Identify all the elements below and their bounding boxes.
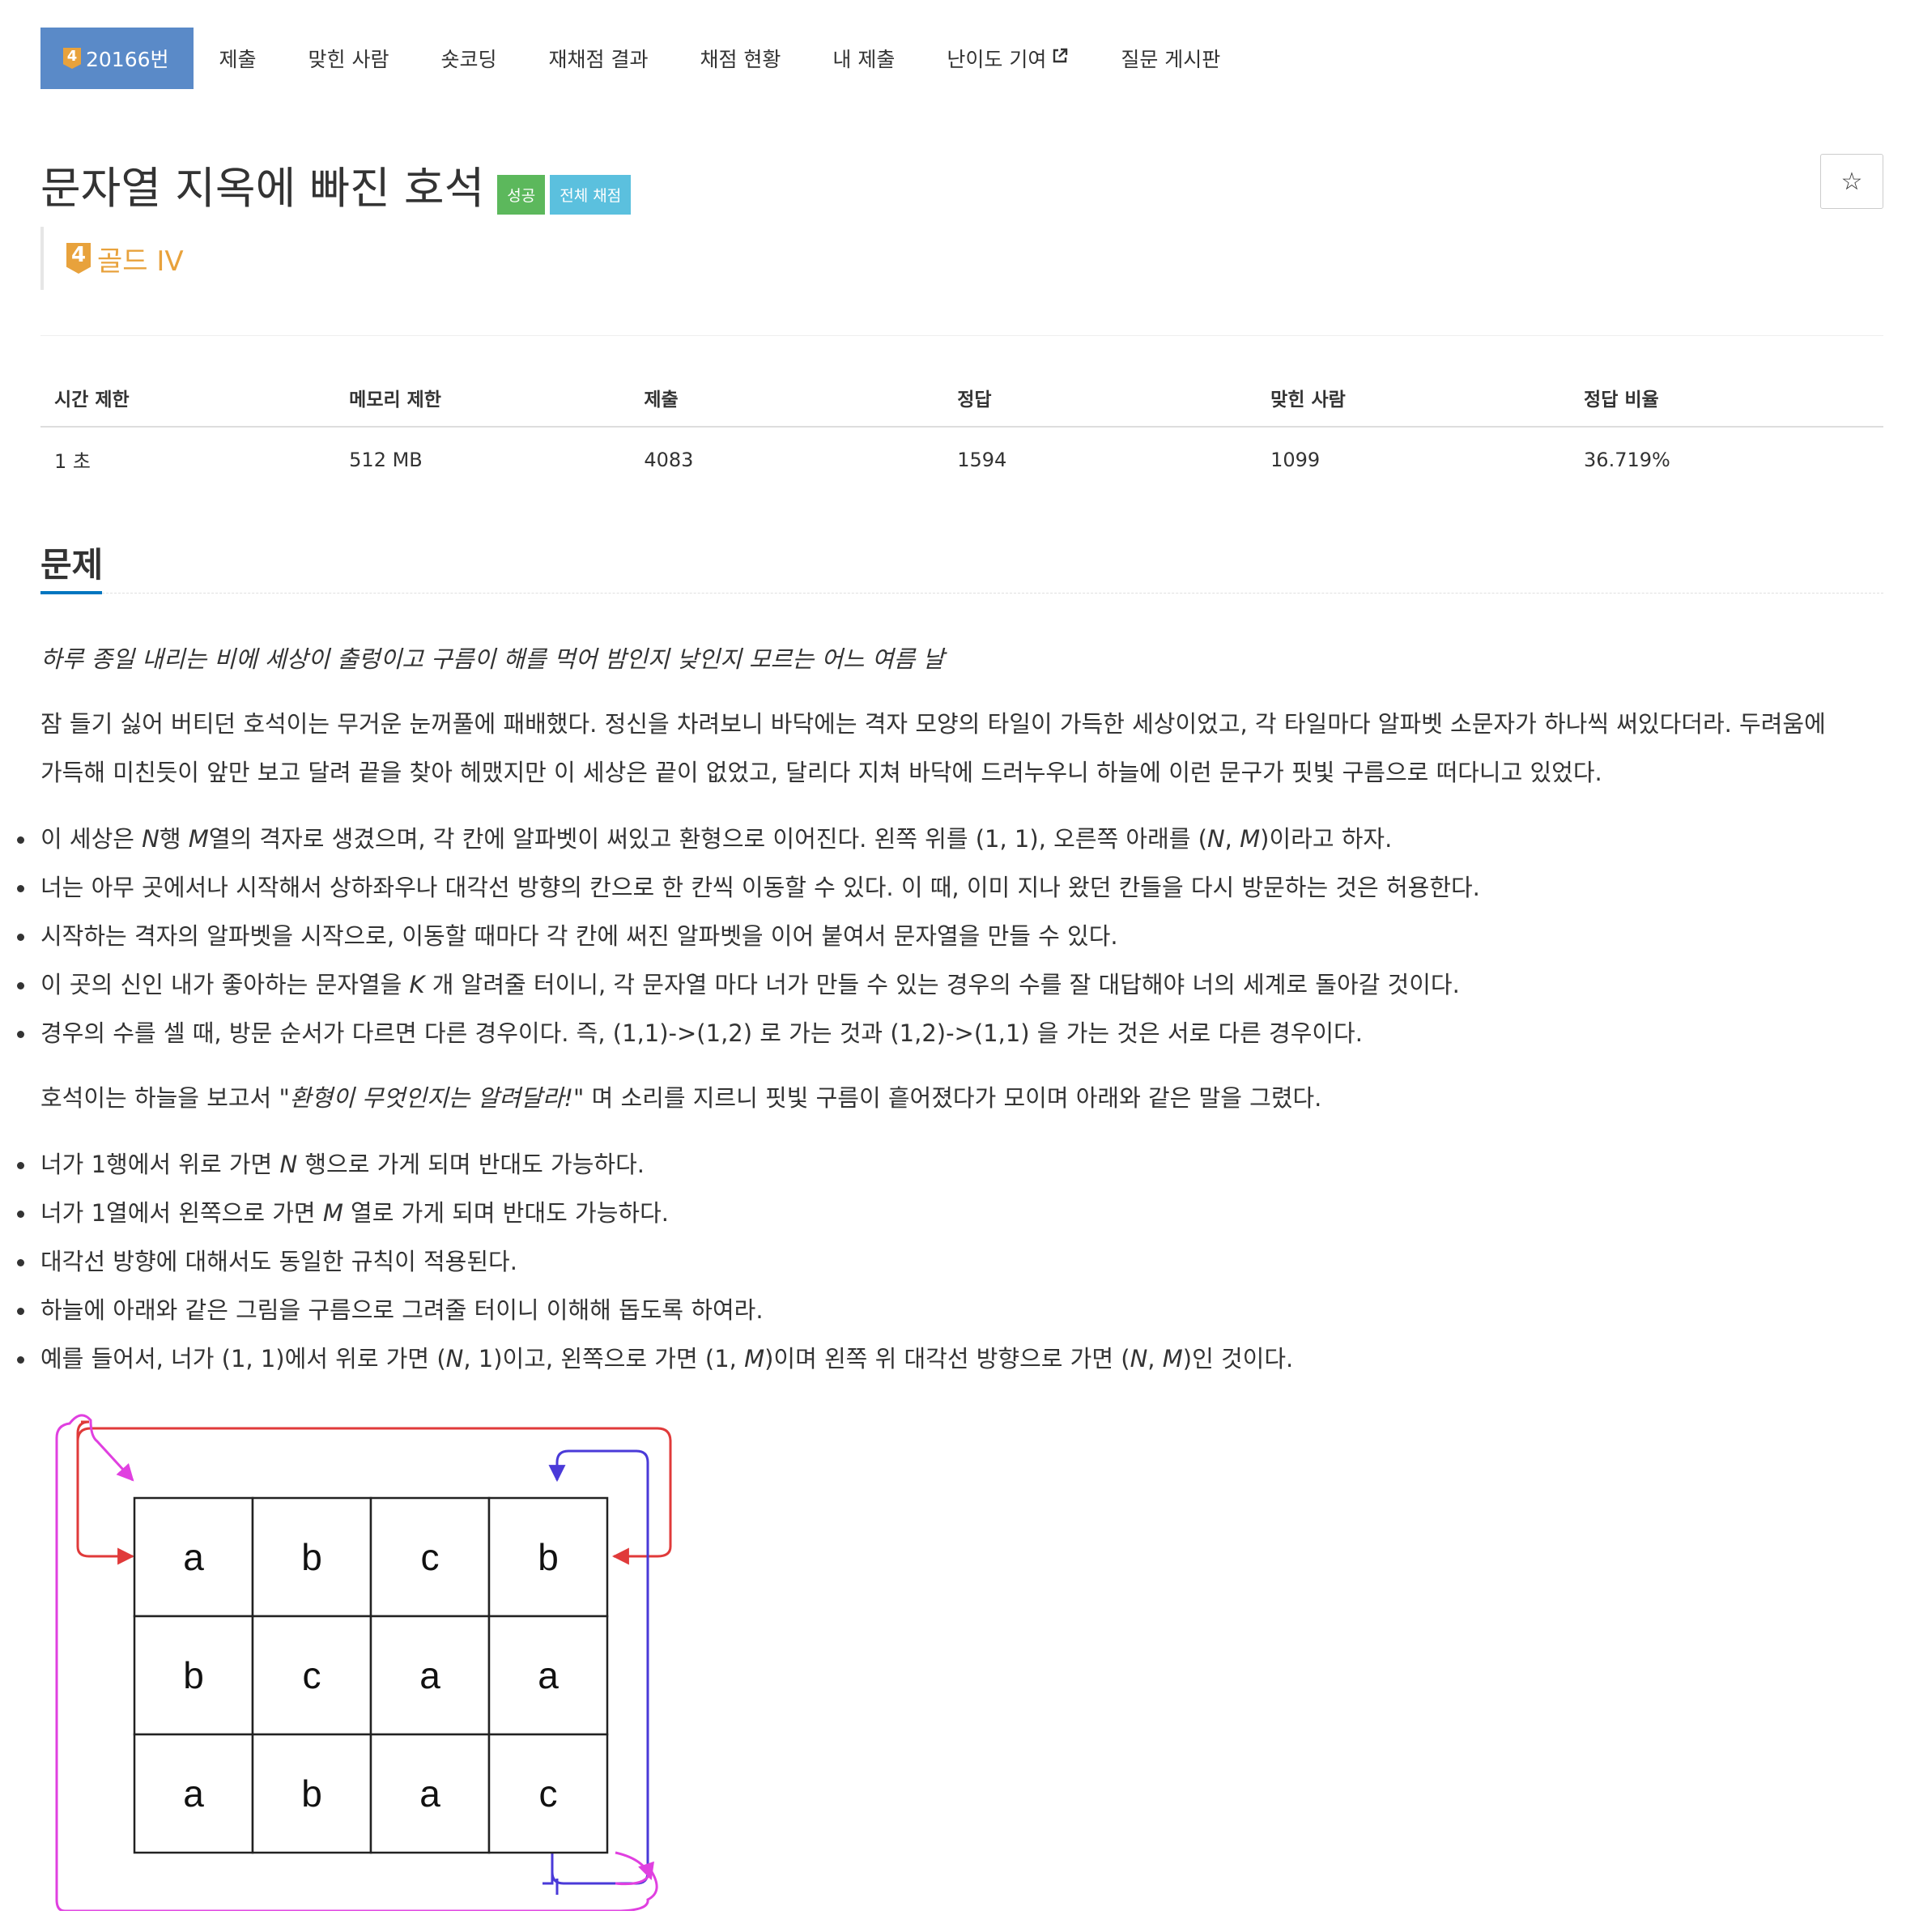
problem-title-row: 문자열 지옥에 빠진 호석 성공 전체 채점 <box>40 152 632 216</box>
nav-problem-id-label: 20166번 <box>86 48 169 71</box>
success-badge: 성공 <box>497 175 546 215</box>
solved-users-value: 1099 <box>1270 448 1321 471</box>
grid-cell-letter: b <box>301 1536 322 1578</box>
gold-tier-icon: 4 <box>63 48 81 69</box>
header-time-limit: 시간 제한 <box>40 372 336 428</box>
list-item: 이 세상은 N행 M열의 격자로 생겼으며, 각 칸에 알파벳이 써있고 환형으… <box>17 815 1883 863</box>
problem-tier: 4 골드 IV <box>40 227 184 290</box>
full-judging-badge: 전체 채점 <box>550 175 632 215</box>
table-row: 1 초 512 MB 4083 1594 1099 36.719% <box>40 427 1883 492</box>
list-item: 대각선 방향에 대해서도 동일한 규칙이 적용된다. <box>17 1237 1883 1286</box>
grid-cell-letter: a <box>538 1654 559 1696</box>
grid-cell-letter: c <box>421 1536 440 1578</box>
grid-cell-letter: b <box>538 1536 559 1578</box>
list-item: 하늘에 아래와 같은 그림을 구름으로 그려줄 터이니 이해해 돕도록 하여라. <box>17 1286 1883 1334</box>
grid-cell-letter: c <box>539 1772 558 1815</box>
nav-solved-users[interactable]: 맞힌 사람 <box>283 28 415 89</box>
wrap-rules-list: 너가 1행에서 위로 가면 N 행으로 가게 되며 반대도 가능하다. 너가 1… <box>17 1140 1883 1383</box>
submissions-value: 4083 <box>644 448 694 471</box>
story-line-2: 가득해 미친듯이 앞만 보고 달려 끝을 찾아 헤맸지만 이 세상은 끝이 없었… <box>40 759 1602 786</box>
time-limit-value: 1 초 <box>54 450 91 473</box>
problem-nav: 4 20166번 제출 맞힌 사람 숏코딩 재채점 결과 채점 현황 내 제출 … <box>40 28 1246 89</box>
grid-cell-letter: c <box>303 1654 321 1696</box>
nav-problem-id[interactable]: 4 20166번 <box>40 28 194 89</box>
nav-rejudge-results[interactable]: 재채점 결과 <box>523 28 674 89</box>
rules-list: 이 세상은 N행 M열의 격자로 생겼으며, 각 칸에 알파벳이 써있고 환형으… <box>17 815 1883 1057</box>
page-title: 문자열 지옥에 빠진 호석 <box>40 163 485 214</box>
wraparound-grid-diagram: a b c b b c a a a b a c <box>55 1414 672 1911</box>
memory-limit-value: 512 MB <box>349 448 423 471</box>
problem-info-table: 시간 제한 메모리 제한 제출 정답 맞힌 사람 정답 비율 1 초 512 M… <box>40 372 1883 492</box>
grid-cell-letter: b <box>301 1772 322 1815</box>
list-item: 예를 들어서, 너가 (1, 1)에서 위로 가면 (N, 1)이고, 왼쪽으로… <box>17 1334 1883 1383</box>
header-memory-limit: 메모리 제한 <box>335 372 631 428</box>
list-item: 경우의 수를 셀 때, 방문 순서가 다르면 다른 경우이다. 즉, (1,1)… <box>17 1009 1883 1057</box>
tier-name: 골드 IV <box>97 245 184 278</box>
list-item: 이 곳의 신인 내가 좋아하는 문자열을 K 개 알려줄 터이니, 각 문자열 … <box>17 960 1883 1009</box>
grid-cell-letter: a <box>419 1772 440 1815</box>
gold-tier-icon: 4 <box>66 243 91 274</box>
grid-cell-letter: a <box>183 1772 204 1815</box>
grid-cell-letter: a <box>419 1654 440 1696</box>
nav-difficulty-label: 난이도 기여 <box>947 48 1047 71</box>
letter-grid: a b c b b c a a a b a c <box>133 1496 609 1854</box>
nav-difficulty-contribute[interactable]: 난이도 기여 <box>921 28 1095 89</box>
story-line-1: 잠 들기 싫어 버티던 호석이는 무거운 눈꺼풀에 패배했다. 정신을 차려보니… <box>40 710 1826 738</box>
reply-paragraph: 호석이는 하늘을 보고서 "환형이 무엇인지는 알려달라!" 며 소리를 지르니… <box>40 1084 1322 1112</box>
header-accepted: 정답 <box>943 372 1257 428</box>
favorite-star-button[interactable]: ☆ <box>1820 154 1883 209</box>
nav-status[interactable]: 채점 현황 <box>674 28 806 89</box>
table-header-row: 시간 제한 메모리 제한 제출 정답 맞힌 사람 정답 비율 <box>40 372 1883 428</box>
section-divider <box>102 593 1883 594</box>
external-link-icon <box>1051 47 1069 70</box>
section-underline <box>40 591 102 594</box>
intro-text: 하루 종일 내리는 비에 세상이 출렁이고 구름이 해를 먹어 밤인지 낮인지 … <box>40 645 945 673</box>
nav-my-submissions[interactable]: 내 제출 <box>806 28 921 89</box>
header-accept-rate: 정답 비율 <box>1570 372 1883 428</box>
star-icon: ☆ <box>1840 167 1863 196</box>
story-paragraph: 잠 들기 싫어 버티던 호석이는 무거운 눈꺼풀에 패배했다. 정신을 차려보니… <box>40 700 1883 797</box>
list-item: 시작하는 격자의 알파벳을 시작으로, 이동할 때마다 각 칸에 써진 알파벳을… <box>17 912 1883 960</box>
header-solved-users: 맞힌 사람 <box>1257 372 1571 428</box>
divider <box>40 335 1883 336</box>
accepted-value: 1594 <box>957 448 1007 471</box>
magenta-wrap-arrow-bottom <box>615 1851 654 1880</box>
list-item: 너가 1행에서 위로 가면 N 행으로 가게 되며 반대도 가능하다. <box>17 1140 1883 1189</box>
grid-cell-letter: a <box>183 1536 204 1578</box>
nav-short-coding[interactable]: 숏코딩 <box>415 28 523 89</box>
grid-cell-letter: b <box>183 1654 204 1696</box>
nav-submit[interactable]: 제출 <box>194 28 283 89</box>
nav-qna-board[interactable]: 질문 게시판 <box>1095 28 1246 89</box>
header-submissions: 제출 <box>630 372 944 428</box>
list-item: 너는 아무 곳에서나 시작해서 상하좌우나 대각선 방향의 칸으로 한 칸씩 이… <box>17 863 1883 912</box>
list-item: 너가 1열에서 왼쪽으로 가면 M 열로 가게 되며 반대도 가능하다. <box>17 1189 1883 1237</box>
accept-rate-value: 36.719% <box>1584 448 1670 471</box>
